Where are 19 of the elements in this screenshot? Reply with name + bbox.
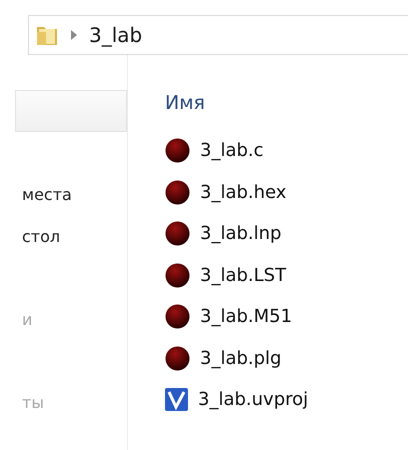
- ball-icon: [165, 138, 190, 164]
- ball-icon: [165, 262, 190, 288]
- project-file-icon: [165, 388, 188, 412]
- file-name[interactable]: 3_lab.LST: [200, 262, 286, 289]
- ball-icon: [165, 180, 190, 205]
- ball-icon: [165, 221, 190, 246]
- sidebar-item[interactable]: места: [0, 174, 127, 216]
- file-name[interactable]: 3_lab.uvproj: [198, 386, 308, 414]
- column-header[interactable]: Имя: [165, 88, 308, 118]
- breadcrumb-arrow-icon[interactable]: [71, 30, 77, 40]
- file-name[interactable]: 3_lab.hex: [200, 178, 286, 206]
- ball-icon: [165, 304, 190, 330]
- file-name[interactable]: 3_lab.M51: [200, 303, 292, 330]
- file-name[interactable]: 3_lab.c: [200, 137, 264, 164]
- breadcrumb-folder[interactable]: 3_lab: [89, 20, 142, 50]
- file-name[interactable]: 3_lab.plg: [200, 344, 282, 372]
- sidebar-item[interactable]: стол: [0, 216, 127, 257]
- file-name[interactable]: 3_lab.lnp: [200, 220, 282, 248]
- ball-icon: [165, 346, 190, 371]
